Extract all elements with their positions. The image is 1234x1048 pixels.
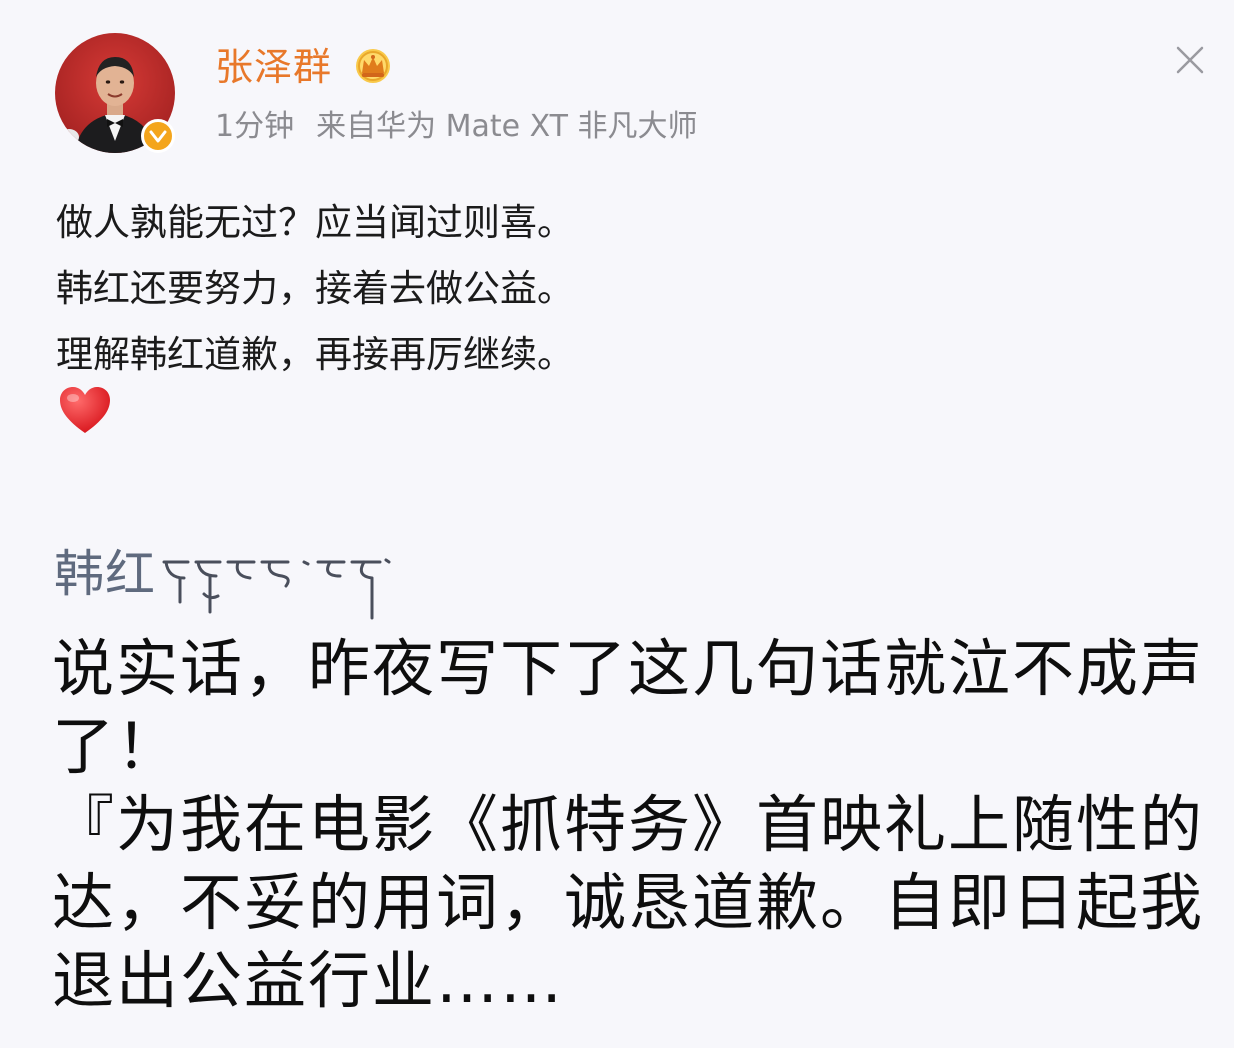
statement-line: 了！ (52, 710, 181, 783)
verified-badge-icon (141, 119, 175, 153)
post-content: 做人孰能无过？应当闻过则喜。 韩红还要努力，接着去做公益。 理解韩红道歉，再接再… (56, 190, 1176, 388)
post-line: 做人孰能无过？应当闻过则喜。 (56, 201, 574, 244)
post-line: 韩红还要努力，接着去做公益。 (56, 267, 574, 310)
post-meta: 1分钟 来自华为 Mate XT 非凡大师 (215, 108, 698, 146)
red-heart-emoji (60, 387, 110, 433)
close-icon[interactable] (1172, 42, 1208, 78)
post-line: 理解韩红道歉，再接再厉继续。 (56, 333, 574, 376)
quoted-signature: 韩红 (54, 538, 392, 620)
signature-name: 韩红 (54, 545, 156, 603)
tibetan-script-signature (162, 558, 391, 620)
statement-line: 『为我在电影《抓特务》首映礼上随性的 (52, 788, 1205, 861)
statement-line: 退出公益行业…… (52, 944, 565, 1017)
crown-icon (356, 49, 390, 83)
post-source[interactable]: 来自华为 Mate XT 非凡大师 (316, 109, 697, 144)
author-name[interactable]: 张泽群 (215, 44, 332, 90)
statement-line: 达，不妥的用词，诚恳道歉。自即日起我 (52, 866, 1205, 939)
statement-line: 说实话，昨夜写下了这几句话就泣不成声 (52, 632, 1205, 705)
quoted-statement: 说实话，昨夜写下了这几句话就泣不成声 了！ 『为我在电影《抓特务》首映礼上随性的… (52, 630, 1206, 1020)
post-time: 1分钟 (215, 109, 295, 144)
avatar[interactable] (55, 33, 175, 153)
